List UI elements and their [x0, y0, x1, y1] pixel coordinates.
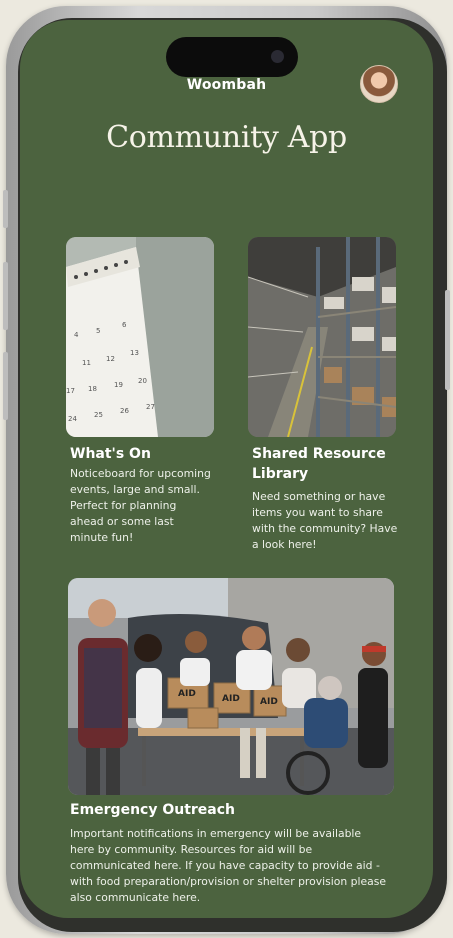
whats-on-description: Noticeboard for upcoming events, large a… [70, 467, 211, 544]
svg-text:6: 6 [122, 321, 127, 329]
whats-on-image[interactable]: 4 5 6 11 12 13 17 18 19 20 24 25 26 27 [66, 237, 214, 437]
whats-on-heading[interactable]: What's On [70, 444, 210, 464]
power-button [445, 290, 450, 390]
svg-text:20: 20 [138, 377, 147, 385]
shared-library-heading[interactable]: Shared Resource Library [252, 444, 392, 484]
app-screen: Woombah Community App 456 11 12 13 17 18 19 2… [20, 20, 433, 918]
volunteers-packing-aid-photo-icon: AID AID AID [68, 578, 394, 795]
svg-text:5: 5 [96, 327, 100, 335]
aid-box-label: AID [222, 694, 240, 704]
profile-avatar[interactable] [360, 65, 398, 103]
dynamic-island [166, 37, 298, 77]
camera-icon [271, 50, 284, 63]
svg-text:17: 17 [66, 387, 75, 395]
emergency-outreach-image[interactable]: AID AID AID [68, 578, 394, 795]
emergency-outreach-heading[interactable]: Emergency Outreach [70, 800, 390, 820]
svg-text:18: 18 [88, 385, 97, 393]
calendar-photo-icon: 4 5 6 11 12 13 17 18 19 20 24 25 26 27 [66, 237, 214, 437]
emergency-outreach-description: Important notifications in emergency wil… [70, 827, 387, 904]
shared-library-description: Need something or have items you want to… [252, 490, 398, 551]
volume-down-button [3, 352, 8, 420]
warehouse-shelves-photo-icon [248, 237, 396, 437]
volume-up-button [3, 262, 8, 330]
svg-text:27: 27 [146, 403, 155, 411]
svg-text:13: 13 [130, 349, 139, 357]
shared-library-image[interactable] [248, 237, 396, 437]
svg-text:24: 24 [68, 415, 77, 423]
svg-text:26: 26 [120, 407, 129, 415]
aid-box-label: AID [260, 697, 278, 707]
svg-text:12: 12 [106, 355, 115, 363]
aid-box-label: AID [178, 689, 196, 699]
svg-text:4: 4 [74, 331, 79, 339]
page-title: Community App [106, 120, 347, 155]
action-button [3, 190, 8, 228]
svg-text:11: 11 [82, 359, 91, 367]
svg-text:19: 19 [114, 381, 123, 389]
svg-text:25: 25 [94, 411, 103, 419]
